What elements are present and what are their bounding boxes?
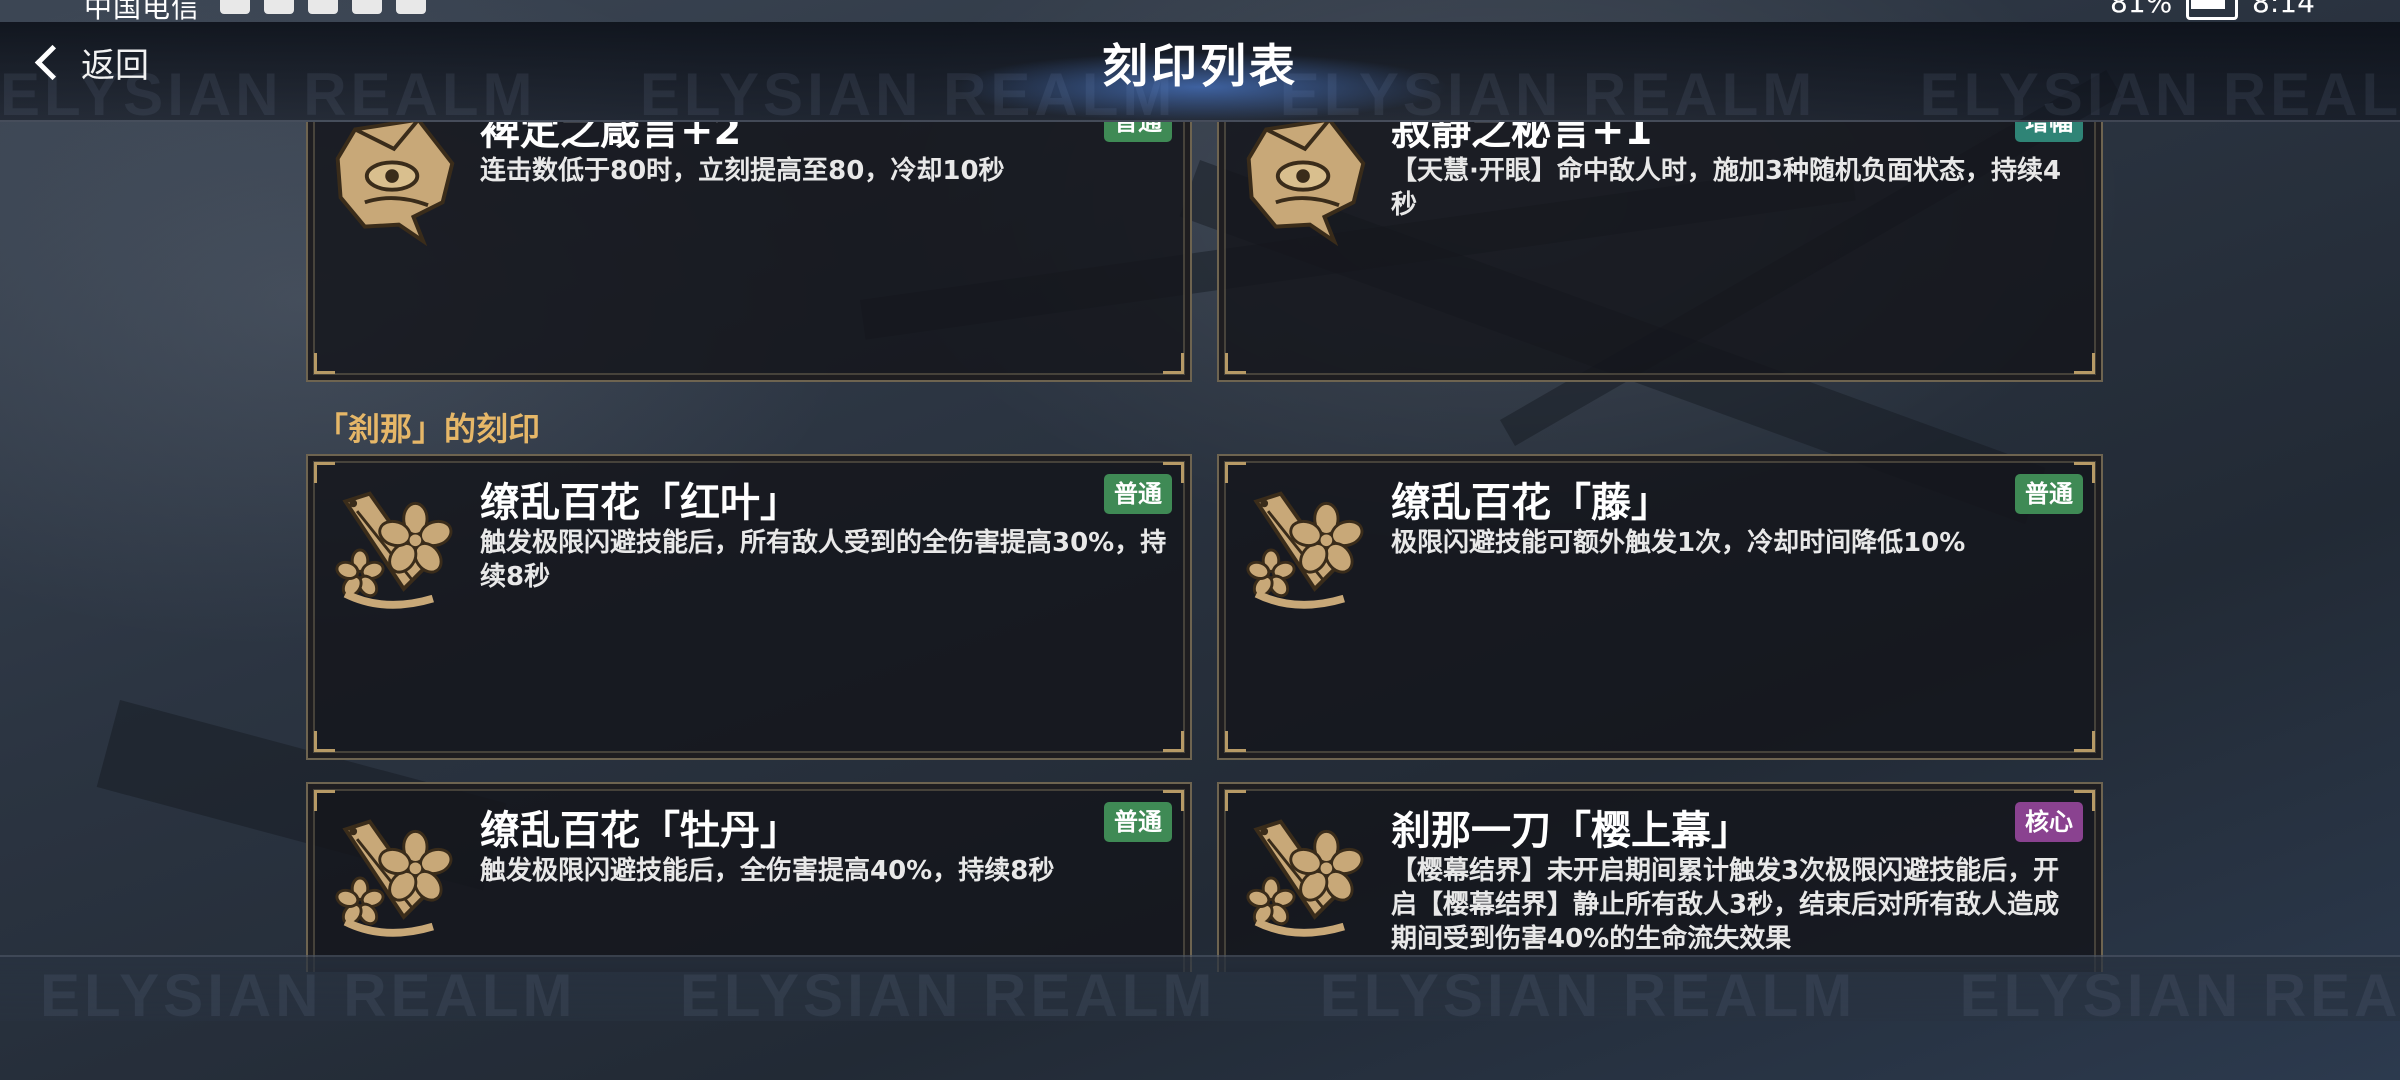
hd-icon: [220, 0, 250, 14]
wifi-icon: [308, 0, 338, 14]
signal-icon: [264, 0, 294, 14]
leaf-mask-emblem-icon: [1237, 122, 1373, 246]
stigma-name: 刹那一刀「樱上幕」: [1391, 808, 1751, 854]
stigma-description: 连击数低于80时，立刻提高至80，冷却10秒: [480, 156, 1005, 186]
stigma-description: 触发极限闪避技能后，全伤害提高40%，持续8秒: [480, 856, 1055, 886]
page-title: 刻印列表: [1102, 39, 1298, 93]
status-bar: 中国电信 81% 8:14: [0, 0, 2400, 24]
stigma-name: 裨定之箴言+2: [480, 122, 742, 154]
stigma-name: 缭乱百花「牡丹」: [480, 808, 800, 854]
app-notification-icon: [352, 0, 382, 14]
stigma-name: 缭乱百花「藤」: [1391, 480, 1671, 526]
stigma-name: 缭乱百花「红叶」: [480, 480, 800, 526]
battery-percent: 81%: [2110, 0, 2173, 19]
stigma-card[interactable]: 刹那一刀「樱上幕」 核心 【樱幕结界】未开启期间累计触发3次极限闪避技能后，开启…: [1217, 782, 2103, 972]
stigma-card[interactable]: 缭乱百花「藤」 普通 极限闪避技能可额外触发1次，冷却时间降低10%: [1217, 454, 2103, 760]
stigma-description: 极限闪避技能可额外触发1次，冷却时间降低10%: [1391, 528, 1966, 558]
rarity-badge: 普通: [1104, 122, 1172, 142]
stigma-description: 触发极限闪避技能后，所有敌人受到的全伤害提高30%，持续8秒: [480, 528, 1167, 592]
stigma-description: 【樱幕结界】未开启期间累计触发3次极限闪避技能后，开启【樱幕结界】静止所有敌人3…: [1391, 856, 2060, 954]
fan-sakura-emblem-icon: [326, 482, 462, 618]
battery-icon: [2186, 0, 2238, 20]
fan-sakura-emblem-icon: [1237, 482, 1373, 618]
stigma-name: 寂静之秘言+1: [1391, 122, 1653, 154]
stigmata-list[interactable]: 裨定之箴言+2 普通 连击数低于80时，立刻提高至80，冷却10秒 寂静之秘言+…: [0, 122, 2400, 972]
footer-watermark: ELYSIAN REALM ELYSIAN REALM ELYSIAN REAL…: [40, 962, 2400, 1029]
clock: 8:14: [2252, 0, 2315, 19]
stigma-description: 【天慧·开眼】命中敌人时，施加3种随机负面状态，持续4秒: [1391, 156, 2062, 220]
rarity-badge: 增幅: [2015, 122, 2083, 142]
rarity-badge: 普通: [2015, 474, 2083, 514]
bottom-bar: ELYSIAN REALM ELYSIAN REALM ELYSIAN REAL…: [0, 955, 2400, 1029]
stigma-card[interactable]: 裨定之箴言+2 普通 连击数低于80时，立刻提高至80，冷却10秒: [306, 122, 1192, 382]
rarity-badge: 普通: [1104, 802, 1172, 842]
status-icons: [220, 0, 426, 14]
section-title: 「刹那」的刻印: [316, 410, 541, 448]
top-bar: ELYSIAN REALM ELYSIAN REALM ELYSIAN REAL…: [0, 22, 2400, 128]
rarity-badge: 核心: [2015, 802, 2083, 842]
fan-sakura-emblem-icon: [326, 810, 462, 946]
stigma-card[interactable]: 寂静之秘言+1 增幅 【天慧·开眼】命中敌人时，施加3种随机负面状态，持续4秒: [1217, 122, 2103, 382]
fan-sakura-emblem-icon: [1237, 810, 1373, 946]
app-notification-icon: [396, 0, 426, 14]
leaf-mask-emblem-icon: [326, 122, 462, 246]
stigma-card[interactable]: 缭乱百花「红叶」 普通 触发极限闪避技能后，所有敌人受到的全伤害提高30%，持续…: [306, 454, 1192, 760]
stigma-card[interactable]: 缭乱百花「牡丹」 普通 触发极限闪避技能后，全伤害提高40%，持续8秒: [306, 782, 1192, 972]
rarity-badge: 普通: [1104, 474, 1172, 514]
